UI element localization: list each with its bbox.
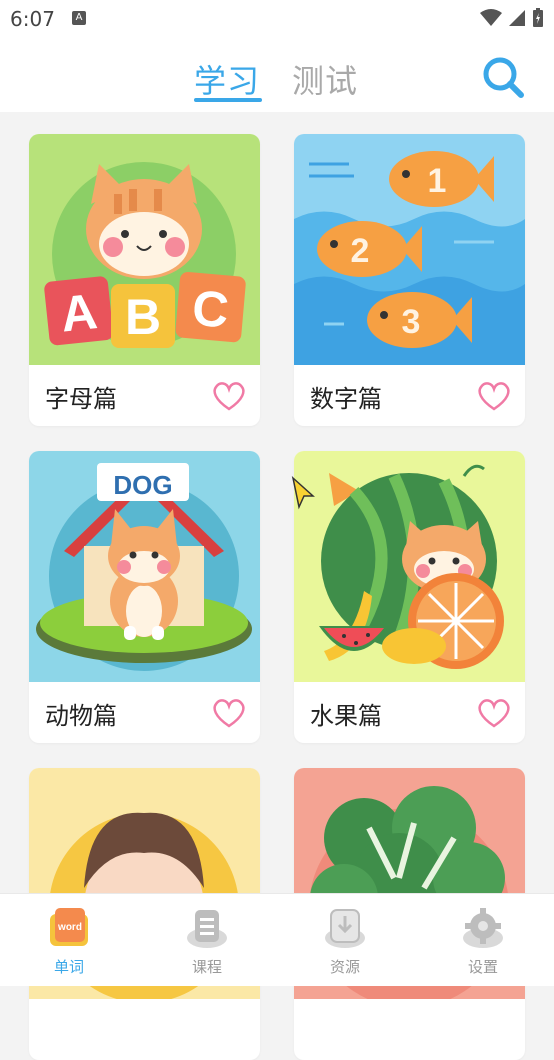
fish-number-2: 2 [351,232,370,270]
fish-number-1: 1 [428,162,447,200]
animals-illustration: DOG [29,451,260,682]
card-animals[interactable]: DOG 动物篇 [29,451,260,743]
download-resources-icon [325,909,365,948]
favorite-heart-icon[interactable] [477,698,511,728]
active-tab-indicator [194,98,262,102]
word-badge-text: word [57,922,82,933]
search-icon[interactable] [480,54,526,100]
status-time: 6:07 [10,7,55,31]
tab-test[interactable]: 测试 [292,56,358,102]
card-letters[interactable]: A B C 字母篇 [29,134,260,426]
favorite-heart-icon[interactable] [212,381,246,411]
block-letter-b: B [125,289,161,345]
favorite-heart-icon[interactable] [212,698,246,728]
letters-illustration: A B C [29,134,260,365]
status-icons [480,8,544,28]
nav-resources[interactable]: 资源 [276,894,414,986]
nav-courses[interactable]: 课程 [138,894,276,986]
notification-icon: A [72,11,86,25]
status-bar: 6:07 A [0,0,554,40]
favorite-heart-icon[interactable] [477,381,511,411]
nav-label: 资源 [329,958,360,976]
nav-words[interactable]: word 单词 [0,894,138,986]
fruits-illustration [294,451,525,682]
mouse-cursor-icon [291,476,315,510]
card-title: 数字篇 [310,385,382,413]
wifi-icon [480,9,502,26]
card-numbers[interactable]: 1 2 3 数字篇 [294,134,525,426]
battery-icon [533,8,543,27]
dog-sign-text: DOG [113,470,172,500]
gear-icon [463,908,503,948]
block-letter-c: C [190,280,231,339]
numbers-illustration: 1 2 3 [294,134,525,365]
fish-number-3: 3 [402,303,421,341]
nav-label: 单词 [53,958,84,976]
card-title: 动物篇 [45,702,117,730]
tab-study[interactable]: 学习 [194,56,260,102]
nav-label: 设置 [467,958,498,976]
bottom-navigation: word 单词 课程 资源 设置 [0,893,554,986]
category-grid: A B C 字母篇 1 2 3 数字篇 DOG 动物篇 水果篇 [0,113,554,1060]
signal-icon [509,10,525,26]
word-book-icon: word [50,908,88,946]
card-fruits[interactable]: 水果篇 [294,451,525,743]
courses-icon [187,910,227,948]
top-bar: 学习 测试 [0,40,554,112]
nav-label: 课程 [191,958,222,976]
card-title: 字母篇 [45,385,117,413]
nav-settings[interactable]: 设置 [414,894,552,986]
block-letter-a: A [58,283,100,342]
card-title: 水果篇 [310,702,382,730]
